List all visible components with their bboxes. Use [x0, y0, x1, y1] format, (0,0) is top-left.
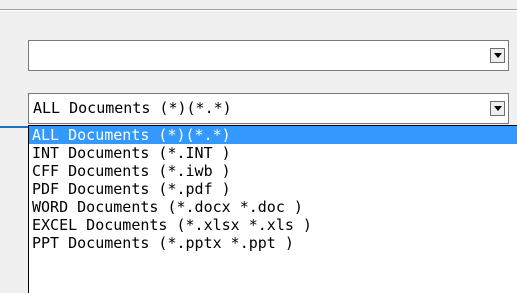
divider-highlight: [0, 10, 517, 11]
dropdown-item-excel[interactable]: EXCEL Documents (*.xlsx *.xls ): [29, 216, 517, 234]
file-type-combobox-value: ALL Documents (*)(*.*): [33, 99, 232, 117]
dropdown-item-pdf[interactable]: PDF Documents (*.pdf ): [29, 180, 517, 198]
file-type-combobox[interactable]: ALL Documents (*)(*.*): [28, 93, 509, 124]
dropdown-item-int[interactable]: INT Documents (*.INT ): [29, 144, 517, 162]
chevron-down-icon: [494, 53, 502, 58]
file-type-dropdown-list[interactable]: ALL Documents (*)(*.*) INT Documents (*.…: [28, 125, 517, 293]
focus-accent-line: [0, 126, 30, 128]
chevron-down-icon: [494, 106, 502, 111]
dropdown-item-ppt[interactable]: PPT Documents (*.pptx *.ppt ): [29, 234, 517, 252]
dropdown-item-word[interactable]: WORD Documents (*.docx *.doc ): [29, 198, 517, 216]
dropdown-item-cff[interactable]: CFF Documents (*.iwb ): [29, 162, 517, 180]
file-type-dropdown-button[interactable]: [490, 101, 505, 116]
path-dropdown-button[interactable]: [490, 48, 505, 63]
dropdown-item-all[interactable]: ALL Documents (*)(*.*): [29, 126, 517, 144]
path-combobox[interactable]: [28, 40, 509, 71]
